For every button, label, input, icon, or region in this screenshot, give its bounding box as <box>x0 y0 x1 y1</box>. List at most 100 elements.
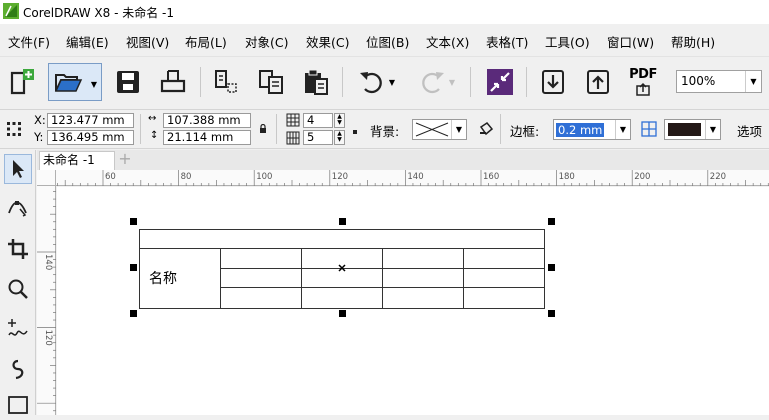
chevron-down-icon[interactable]: ▼ <box>91 80 97 89</box>
table-rows-input[interactable]: 4 <box>303 113 333 128</box>
border-color-select[interactable]: ▼ <box>664 119 721 140</box>
corel-connect-icon <box>487 69 513 95</box>
chevron-down-icon: ▼ <box>448 77 456 87</box>
selection-handle[interactable] <box>130 264 137 271</box>
ruler-label: 120 <box>43 330 53 346</box>
border-width-select[interactable]: 0.2 mm ▼ <box>553 119 631 140</box>
border-width-value[interactable]: 0.2 mm <box>556 123 605 137</box>
vertical-ruler-ticks: 140 120 <box>37 191 56 412</box>
ruler-label: 140 <box>43 254 53 270</box>
pointer-arrow-icon <box>13 160 24 178</box>
cut-icon <box>215 70 237 93</box>
table-columns-input[interactable]: 5 <box>303 130 333 145</box>
document-tab[interactable]: 未命名 -1 <box>39 151 115 170</box>
add-tab-button[interactable]: + <box>117 151 133 168</box>
table-cell-text[interactable]: 名称 <box>149 268 177 288</box>
toolbar-separator <box>500 114 501 144</box>
vertical-ruler[interactable]: 140 120 <box>37 186 56 415</box>
x-position-input[interactable]: 123.477 mm <box>47 113 134 128</box>
print-icon <box>160 70 186 93</box>
menu-object[interactable]: 对象(C) <box>245 32 288 51</box>
menu-bitmaps[interactable]: 位图(B) <box>366 32 409 51</box>
shape-tool[interactable] <box>4 192 32 222</box>
horizontal-ruler-ticks: 60 80 100 120 140 160 180 200 220 <box>57 170 769 186</box>
edit-fill-icon[interactable] <box>478 121 494 137</box>
zoom-level-value: 100% <box>681 74 716 88</box>
redo-button[interactable]: ▼ <box>410 63 462 101</box>
selection-handle[interactable] <box>130 218 137 225</box>
chevron-down-icon[interactable]: ▼ <box>451 120 466 139</box>
property-bar: X: 123.477 mm Y: 136.495 mm ↔ 107.388 mm… <box>0 109 769 149</box>
background-fill-select[interactable]: ▼ <box>412 119 467 140</box>
cut-button[interactable] <box>208 63 244 101</box>
chevron-down-icon[interactable]: ▼ <box>615 120 630 139</box>
magnifier-icon <box>8 279 28 299</box>
selection-handle[interactable] <box>548 264 555 271</box>
table-rows-icon <box>286 113 300 127</box>
menu-help[interactable]: 帮助(H) <box>671 32 715 51</box>
standard-toolbar: ▼ ▼ ▼ PDF 100% ▼ <box>0 56 769 108</box>
selection-handle[interactable] <box>548 310 555 317</box>
y-position-input[interactable]: 136.495 mm <box>47 130 134 145</box>
window-title: CorelDRAW X8 - 未命名 -1 <box>23 6 175 20</box>
print-button[interactable] <box>155 63 191 101</box>
menu-effects[interactable]: 效果(C) <box>306 32 349 51</box>
menu-tools[interactable]: 工具(O) <box>545 32 590 51</box>
new-document-button[interactable] <box>4 63 40 101</box>
selection-handle[interactable] <box>339 218 346 225</box>
border-sides-icon[interactable] <box>641 121 657 137</box>
menu-file[interactable]: 文件(F) <box>8 32 50 51</box>
menu-layout[interactable]: 布局(L) <box>185 32 227 51</box>
options-button[interactable]: 选项 <box>737 121 762 140</box>
freehand-tool[interactable] <box>4 314 32 344</box>
drawing-canvas[interactable]: 名称 <box>57 187 769 415</box>
pick-tool[interactable] <box>4 154 32 184</box>
menu-window[interactable]: 窗口(W) <box>607 32 654 51</box>
chevron-down-icon[interactable]: ▼ <box>745 71 761 92</box>
new-document-icon <box>10 69 34 95</box>
toolbox <box>0 150 36 415</box>
artistic-media-icon <box>12 359 24 380</box>
crop-tool[interactable] <box>4 234 32 264</box>
height-icon: ↕ <box>150 130 159 141</box>
export-button[interactable] <box>580 63 616 101</box>
chevron-down-icon[interactable]: ▼ <box>389 78 395 87</box>
paste-button[interactable] <box>298 63 334 101</box>
menu-edit[interactable]: 编辑(E) <box>66 32 109 51</box>
ruler-label: 180 <box>559 172 575 182</box>
menu-text[interactable]: 文本(X) <box>426 32 469 51</box>
selection-handle[interactable] <box>548 218 555 225</box>
table-object[interactable] <box>57 187 769 415</box>
object-width-input[interactable]: 107.388 mm <box>163 113 251 128</box>
ruler-label: 80 <box>181 172 192 182</box>
columns-spin-arrows-icon[interactable]: ▲ ▼ <box>334 130 345 145</box>
save-button[interactable] <box>110 63 146 101</box>
chevron-down-icon[interactable]: ▼ <box>705 120 720 139</box>
corel-connect-button[interactable] <box>482 63 518 101</box>
ruler-origin[interactable] <box>37 170 56 186</box>
ruler-label: 160 <box>483 172 499 182</box>
table-columns-icon <box>286 131 300 145</box>
menu-bar: 文件(F) 编辑(E) 视图(V) 布局(L) 对象(C) 效果(C) 位图(B… <box>0 24 769 56</box>
object-height-input[interactable]: 21.114 mm <box>163 130 251 145</box>
rectangle-icon <box>8 396 28 414</box>
object-origin-icon[interactable] <box>6 121 22 137</box>
zoom-level-select[interactable]: 100% ▼ <box>676 70 762 93</box>
selection-handle[interactable] <box>130 310 137 317</box>
publish-pdf-button[interactable]: PDF <box>625 63 661 101</box>
open-button[interactable]: ▼ <box>48 63 102 101</box>
menu-table[interactable]: 表格(T) <box>486 32 528 51</box>
zoom-tool[interactable] <box>4 274 32 304</box>
selection-handle[interactable] <box>339 310 346 317</box>
lock-ratio-icon[interactable] <box>259 124 267 134</box>
toolbar-separator <box>526 67 527 97</box>
copy-button[interactable] <box>253 63 289 101</box>
undo-button[interactable]: ▼ <box>350 63 402 101</box>
ruler-label: 140 <box>407 172 423 182</box>
import-button[interactable] <box>535 63 571 101</box>
horizontal-ruler[interactable]: 60 80 100 120 140 160 180 200 220 <box>56 170 769 186</box>
rows-spin-arrows-icon[interactable]: ▲ ▼ <box>334 113 345 128</box>
menu-view[interactable]: 视图(V) <box>126 32 169 51</box>
rectangle-tool[interactable] <box>4 390 32 420</box>
artistic-media-tool[interactable] <box>4 354 32 384</box>
